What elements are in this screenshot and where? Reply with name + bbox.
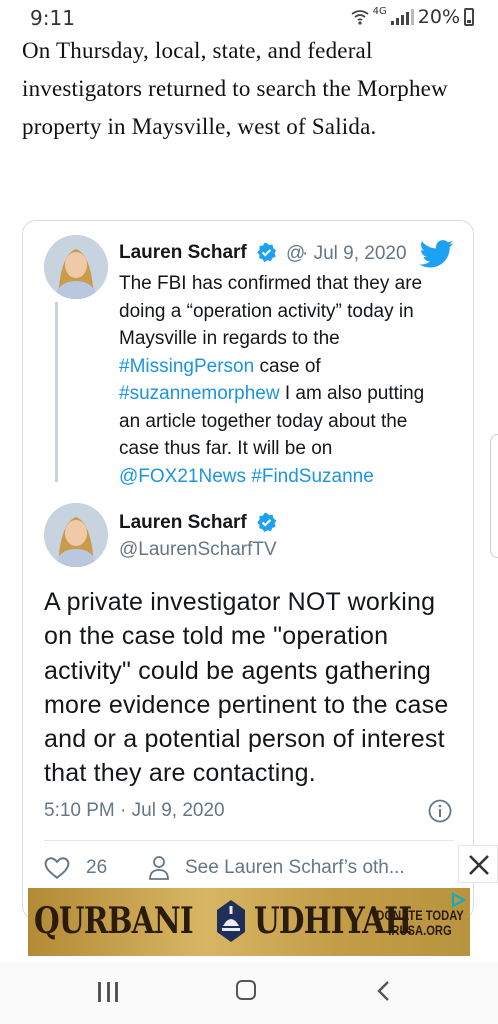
verified-icon (257, 512, 277, 532)
ad-emblem-icon (217, 900, 245, 942)
mention-link[interactable]: @FOX21News (119, 466, 246, 487)
navigation-bar (0, 962, 498, 1024)
battery-percent: 20% (417, 6, 460, 28)
ad-word-1: QURBANI (34, 900, 194, 942)
ad-donate-text[interactable]: DONATE TODAY IRUSA.ORG (376, 908, 464, 938)
network-type: 4G (372, 5, 387, 17)
article-paragraph: On Thursday, local, state, and federal i… (22, 38, 448, 139)
home-icon[interactable] (236, 980, 256, 1000)
heart-icon[interactable] (44, 855, 70, 881)
close-icon (469, 855, 489, 875)
tweet-text-segment: case of (254, 355, 321, 377)
reply-tweet-text: A private investigator NOT working on th… (44, 588, 449, 788)
quoted-author-name[interactable]: Lauren Scharf (119, 242, 247, 264)
hashtag-link[interactable]: #suzannemorphew (119, 383, 280, 404)
tweet-timestamp[interactable]: 5:10 PM · Jul 9, 2020 (44, 800, 225, 822)
info-icon[interactable] (428, 799, 452, 823)
ad-donate-line-1: DONATE TODAY (376, 907, 464, 923)
battery-icon (464, 8, 474, 26)
person-icon[interactable] (148, 855, 170, 881)
quoted-tweet-text: The FBI has confirmed that they are doin… (119, 270, 449, 490)
avatar[interactable] (44, 235, 108, 299)
ad-banner[interactable]: QURBANI UDHIYAH DONATE TODAY IRUSA.ORG (28, 888, 470, 956)
divider (44, 840, 454, 841)
signal-icon (390, 9, 414, 25)
ad-donate-line-2: IRUSA.ORG (388, 922, 452, 938)
avatar[interactable] (44, 503, 108, 567)
verified-icon (257, 242, 277, 262)
back-icon[interactable] (376, 980, 392, 1002)
status-time: 9:11 (30, 6, 75, 30)
thread-connector (55, 302, 58, 482)
reply-author-name[interactable]: Lauren Scharf (119, 512, 247, 534)
hashtag-link[interactable]: #MissingPerson (119, 356, 254, 377)
tweet-text-segment: The FBI has confirmed that they are doin… (119, 273, 423, 349)
ad-close-button[interactable] (458, 845, 498, 883)
quoted-date[interactable]: · Jul 9, 2020 (302, 243, 407, 265)
see-more-link[interactable]: See Lauren Scharf’s oth... (185, 857, 405, 879)
tweet-actions: 26 See Lauren Scharf’s oth... (44, 853, 464, 885)
status-bar: 9:11 4G 20% (0, 0, 498, 32)
status-icons: 4G 20% (351, 6, 474, 28)
edge-panel-handle[interactable] (490, 434, 498, 558)
twitter-bird-icon[interactable] (420, 240, 454, 268)
adchoices-icon[interactable] (450, 892, 466, 908)
reply-handle[interactable]: @LaurenScharfTV (119, 539, 277, 561)
wifi-icon (351, 10, 369, 25)
like-count[interactable]: 26 (86, 857, 107, 879)
recent-apps-icon[interactable] (98, 982, 118, 1002)
hashtag-link[interactable]: #FindSuzanne (251, 466, 374, 487)
